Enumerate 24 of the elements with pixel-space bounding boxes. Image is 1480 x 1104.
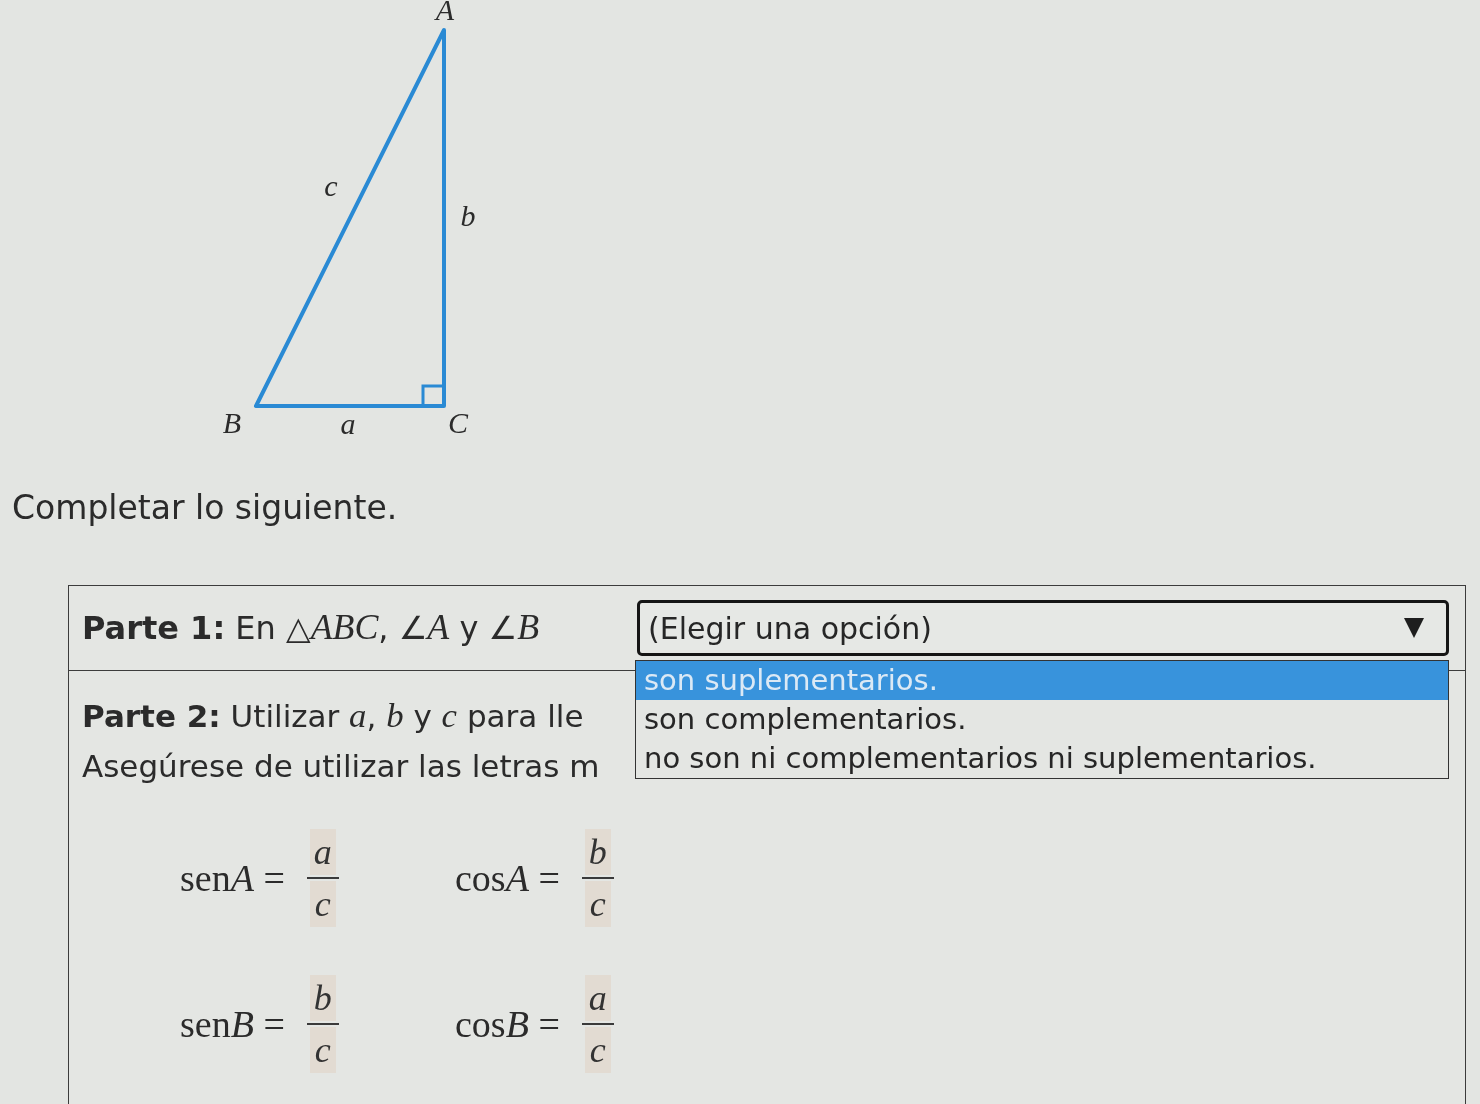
side-label: a: [340, 407, 356, 440]
part-1-text: Parte 1: En △ABC, ∠A y ∠B: [82, 606, 540, 650]
formula-label: cosB =: [455, 1001, 560, 1047]
instruction-text: Completar lo siguiente.: [12, 488, 398, 528]
answer-box[interactable]: b: [584, 829, 611, 875]
side-label: c: [324, 169, 338, 202]
vertex-label: B: [222, 406, 242, 439]
answer-box[interactable]: c: [584, 1027, 611, 1073]
answer-box[interactable]: c: [309, 1027, 336, 1073]
formula-label: senA =: [180, 855, 285, 901]
dropdown-field[interactable]: (Elegir una opción): [637, 600, 1449, 656]
part-2-text: Asegúrese de utilizar las letras m: [82, 747, 600, 786]
formula-label: senB =: [180, 1001, 285, 1047]
answer-box[interactable]: c: [584, 881, 611, 927]
answer-box[interactable]: a: [584, 975, 611, 1021]
answer-box[interactable]: a: [309, 829, 336, 875]
formula-label: cosA =: [455, 855, 560, 901]
caret-icon: [1404, 618, 1424, 638]
vertex-label: A: [435, 0, 455, 26]
answer-box[interactable]: c: [309, 881, 336, 927]
answer-box[interactable]: b: [309, 975, 336, 1021]
vertex-label: C: [448, 406, 468, 439]
part-2-text: Parte 2: Utilizar a, b y c para lle: [82, 695, 584, 737]
side-label: b: [460, 199, 476, 232]
